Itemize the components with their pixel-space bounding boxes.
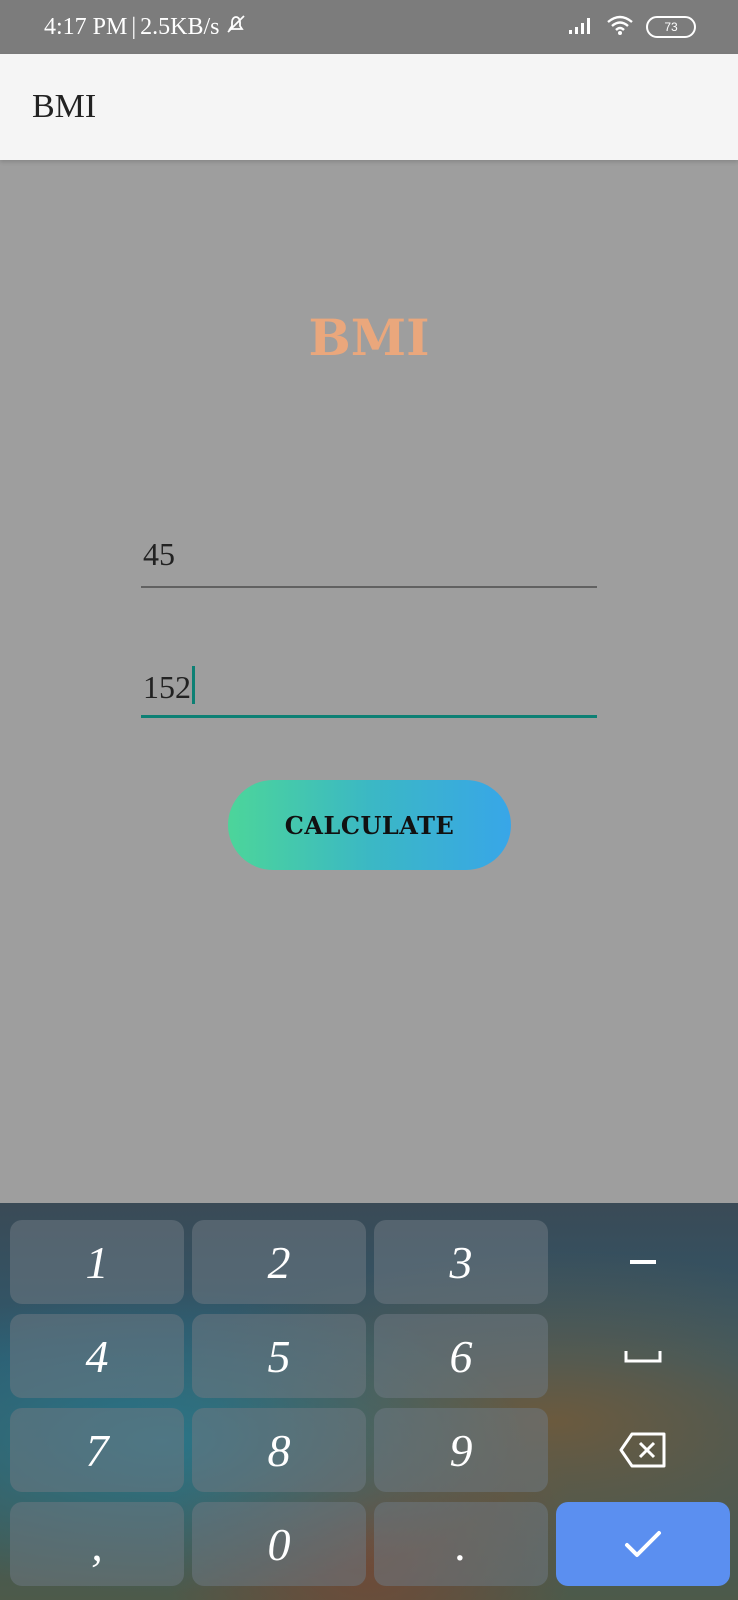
- key-6[interactable]: 6: [374, 1314, 548, 1398]
- calculate-button-label: CALCULATE: [284, 810, 455, 840]
- key-4[interactable]: 4: [10, 1314, 184, 1398]
- key-3[interactable]: 3: [374, 1220, 548, 1304]
- status-left: 4:17 PM | 2.5KB/s: [44, 12, 248, 43]
- key-7-label: 7: [85, 1424, 109, 1476]
- key-period-label: .: [455, 1518, 467, 1570]
- wifi-icon: [606, 14, 634, 40]
- key-3-label: 3: [449, 1236, 473, 1288]
- status-right: 73: [568, 14, 696, 40]
- battery-icon: 73: [646, 16, 696, 38]
- signal-icon: [568, 15, 594, 39]
- key-minus[interactable]: [556, 1220, 730, 1304]
- key-2-label: 2: [267, 1236, 291, 1288]
- status-net-speed: 2.5KB/s: [140, 14, 220, 40]
- key-comma[interactable]: ,: [10, 1502, 184, 1586]
- status-separator: |: [131, 14, 137, 40]
- key-6-label: 6: [449, 1330, 473, 1382]
- key-9-label: 9: [449, 1424, 473, 1476]
- status-bar: 4:17 PM | 2.5KB/s 73: [0, 0, 738, 54]
- key-9[interactable]: 9: [374, 1408, 548, 1492]
- key-4-label: 4: [85, 1330, 109, 1382]
- key-5-label: 5: [267, 1330, 291, 1382]
- key-1[interactable]: 1: [10, 1220, 184, 1304]
- key-space[interactable]: [556, 1314, 730, 1398]
- mute-bell-icon: [224, 12, 248, 43]
- weight-input[interactable]: 45: [141, 536, 597, 588]
- key-0[interactable]: 0: [192, 1502, 366, 1586]
- key-backspace[interactable]: [556, 1408, 730, 1492]
- key-enter[interactable]: [556, 1502, 730, 1586]
- key-5[interactable]: 5: [192, 1314, 366, 1398]
- backspace-icon: [618, 1431, 668, 1469]
- bmi-heading: BMI: [308, 308, 430, 367]
- calculate-button[interactable]: CALCULATE: [228, 780, 511, 870]
- height-input-value: 152: [143, 669, 191, 705]
- height-input[interactable]: 152: [141, 666, 597, 718]
- key-2[interactable]: 2: [192, 1220, 366, 1304]
- app-title: BMI: [32, 88, 97, 125]
- check-icon: [623, 1529, 663, 1559]
- key-8-label: 8: [267, 1424, 291, 1476]
- key-8[interactable]: 8: [192, 1408, 366, 1492]
- minus-icon: [628, 1257, 658, 1267]
- numeric-keyboard: 1 2 3 4 5 6 7 8 9 , 0 .: [0, 1203, 738, 1600]
- key-0-label: 0: [267, 1518, 291, 1570]
- weight-input-value: 45: [143, 536, 175, 572]
- key-7[interactable]: 7: [10, 1408, 184, 1492]
- key-comma-label: ,: [91, 1518, 103, 1570]
- space-icon: [623, 1348, 663, 1364]
- key-period[interactable]: .: [374, 1502, 548, 1586]
- app-bar: BMI: [0, 54, 738, 160]
- text-caret: [192, 666, 195, 704]
- key-1-label: 1: [85, 1236, 109, 1288]
- status-time: 4:17 PM: [44, 14, 128, 40]
